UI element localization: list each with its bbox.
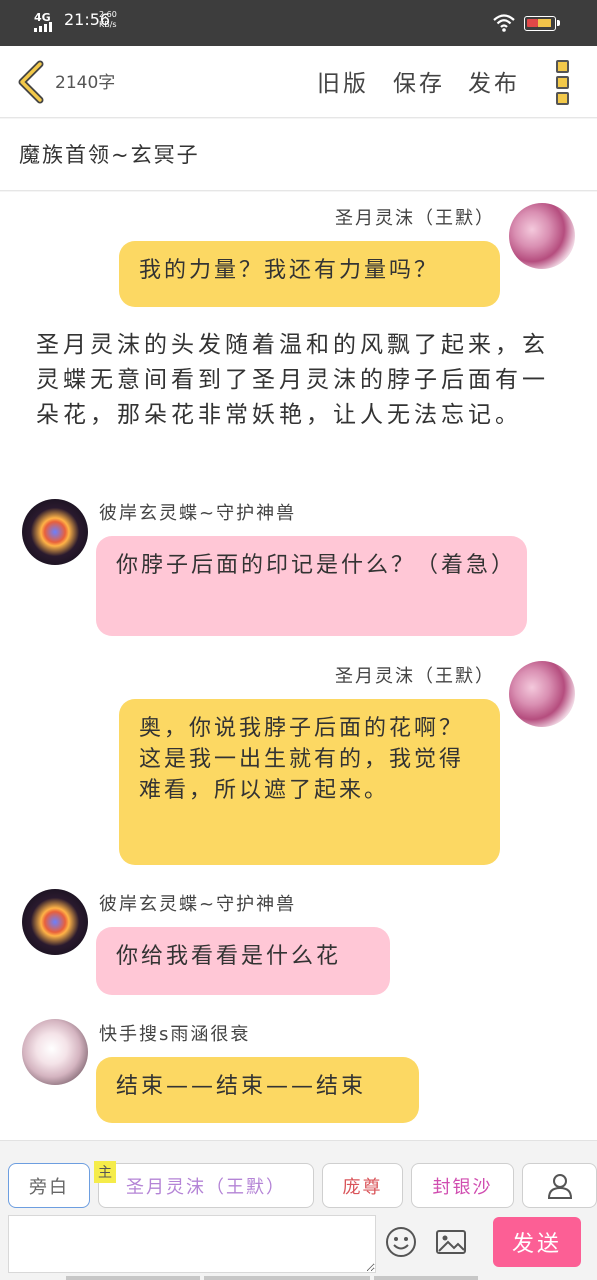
message-bubble[interactable]: 结束——结束——结束 bbox=[96, 1057, 419, 1123]
more-menu-icon[interactable] bbox=[556, 60, 570, 106]
chapter-title: 魔族首领~玄冥子 bbox=[19, 143, 200, 167]
chapter-title-bar[interactable]: 魔族首领~玄冥子 bbox=[0, 119, 597, 191]
person-icon bbox=[547, 1173, 572, 1199]
speaker-name: 圣月灵沫（王默） bbox=[335, 666, 495, 687]
status-bar: 4G 21:56 2.60 KB/s bbox=[0, 0, 597, 46]
speaker-name: 彼岸玄灵蝶~守护神兽 bbox=[99, 894, 297, 915]
avatar[interactable] bbox=[509, 203, 575, 269]
message-bubble[interactable]: 你给我看看是什么花 bbox=[96, 927, 390, 995]
network-speed: 2.60 KB/s bbox=[99, 10, 117, 30]
avatar[interactable] bbox=[22, 499, 88, 565]
speaker-name: 圣月灵沫（王默） bbox=[335, 208, 495, 229]
nav-indicator bbox=[66, 1276, 200, 1280]
save-button[interactable]: 保存 bbox=[393, 64, 445, 98]
word-count: 2140字 bbox=[55, 73, 116, 93]
nav-indicator bbox=[374, 1276, 478, 1280]
old-version-button[interactable]: 旧版 bbox=[317, 64, 369, 98]
wifi-icon bbox=[493, 14, 515, 32]
nav-indicator bbox=[204, 1276, 370, 1280]
story-chat: 圣月灵沫（王默） 我的力量？我还有力量吗？ 圣月灵沫的头发随着温和的风飘了起来，… bbox=[0, 192, 597, 1140]
message-bubble[interactable]: 我的力量？我还有力量吗？ bbox=[119, 241, 500, 307]
message-bubble[interactable]: 你脖子后面的印记是什么？（着急） bbox=[96, 536, 527, 636]
role-button[interactable]: 封银沙 bbox=[411, 1163, 514, 1208]
speaker-name: 快手搜s雨涵很衰 bbox=[99, 1024, 251, 1045]
speed-value: 2.60 bbox=[99, 10, 117, 19]
avatar[interactable] bbox=[22, 889, 88, 955]
avatar[interactable] bbox=[22, 1019, 88, 1085]
main-role-badge: 主 bbox=[94, 1161, 116, 1183]
composer-panel: 旁白 圣月灵沫（王默） 主 庞尊 封银沙 发送 bbox=[0, 1140, 597, 1280]
publish-button[interactable]: 发布 bbox=[468, 64, 520, 98]
narration-text[interactable]: 圣月灵沫的头发随着温和的风飘了起来，玄灵蝶无意间看到了圣月灵沫的脖子后面有一朵花… bbox=[36, 328, 556, 433]
add-role-button[interactable] bbox=[522, 1163, 597, 1208]
role-main-button[interactable]: 圣月灵沫（王默） bbox=[98, 1163, 314, 1208]
role-narrator-button[interactable]: 旁白 bbox=[8, 1163, 90, 1208]
avatar[interactable] bbox=[509, 661, 575, 727]
speaker-name: 彼岸玄灵蝶~守护神兽 bbox=[99, 503, 297, 524]
speed-unit: KB/s bbox=[99, 20, 117, 29]
send-button[interactable]: 发送 bbox=[493, 1217, 581, 1267]
image-icon[interactable] bbox=[434, 1225, 468, 1259]
emoji-icon[interactable] bbox=[384, 1225, 418, 1259]
role-button[interactable]: 庞尊 bbox=[322, 1163, 403, 1208]
message-bubble[interactable]: 奥，你说我脖子后面的花啊？这是我一出生就有的，我觉得难看，所以遮了起来。 bbox=[119, 699, 500, 865]
signal-icon bbox=[34, 22, 52, 32]
battery-icon bbox=[524, 16, 560, 31]
editor-toolbar: 2140字 旧版 保存 发布 bbox=[0, 46, 597, 118]
message-input[interactable] bbox=[8, 1215, 376, 1273]
back-arrow-icon[interactable] bbox=[14, 60, 48, 104]
